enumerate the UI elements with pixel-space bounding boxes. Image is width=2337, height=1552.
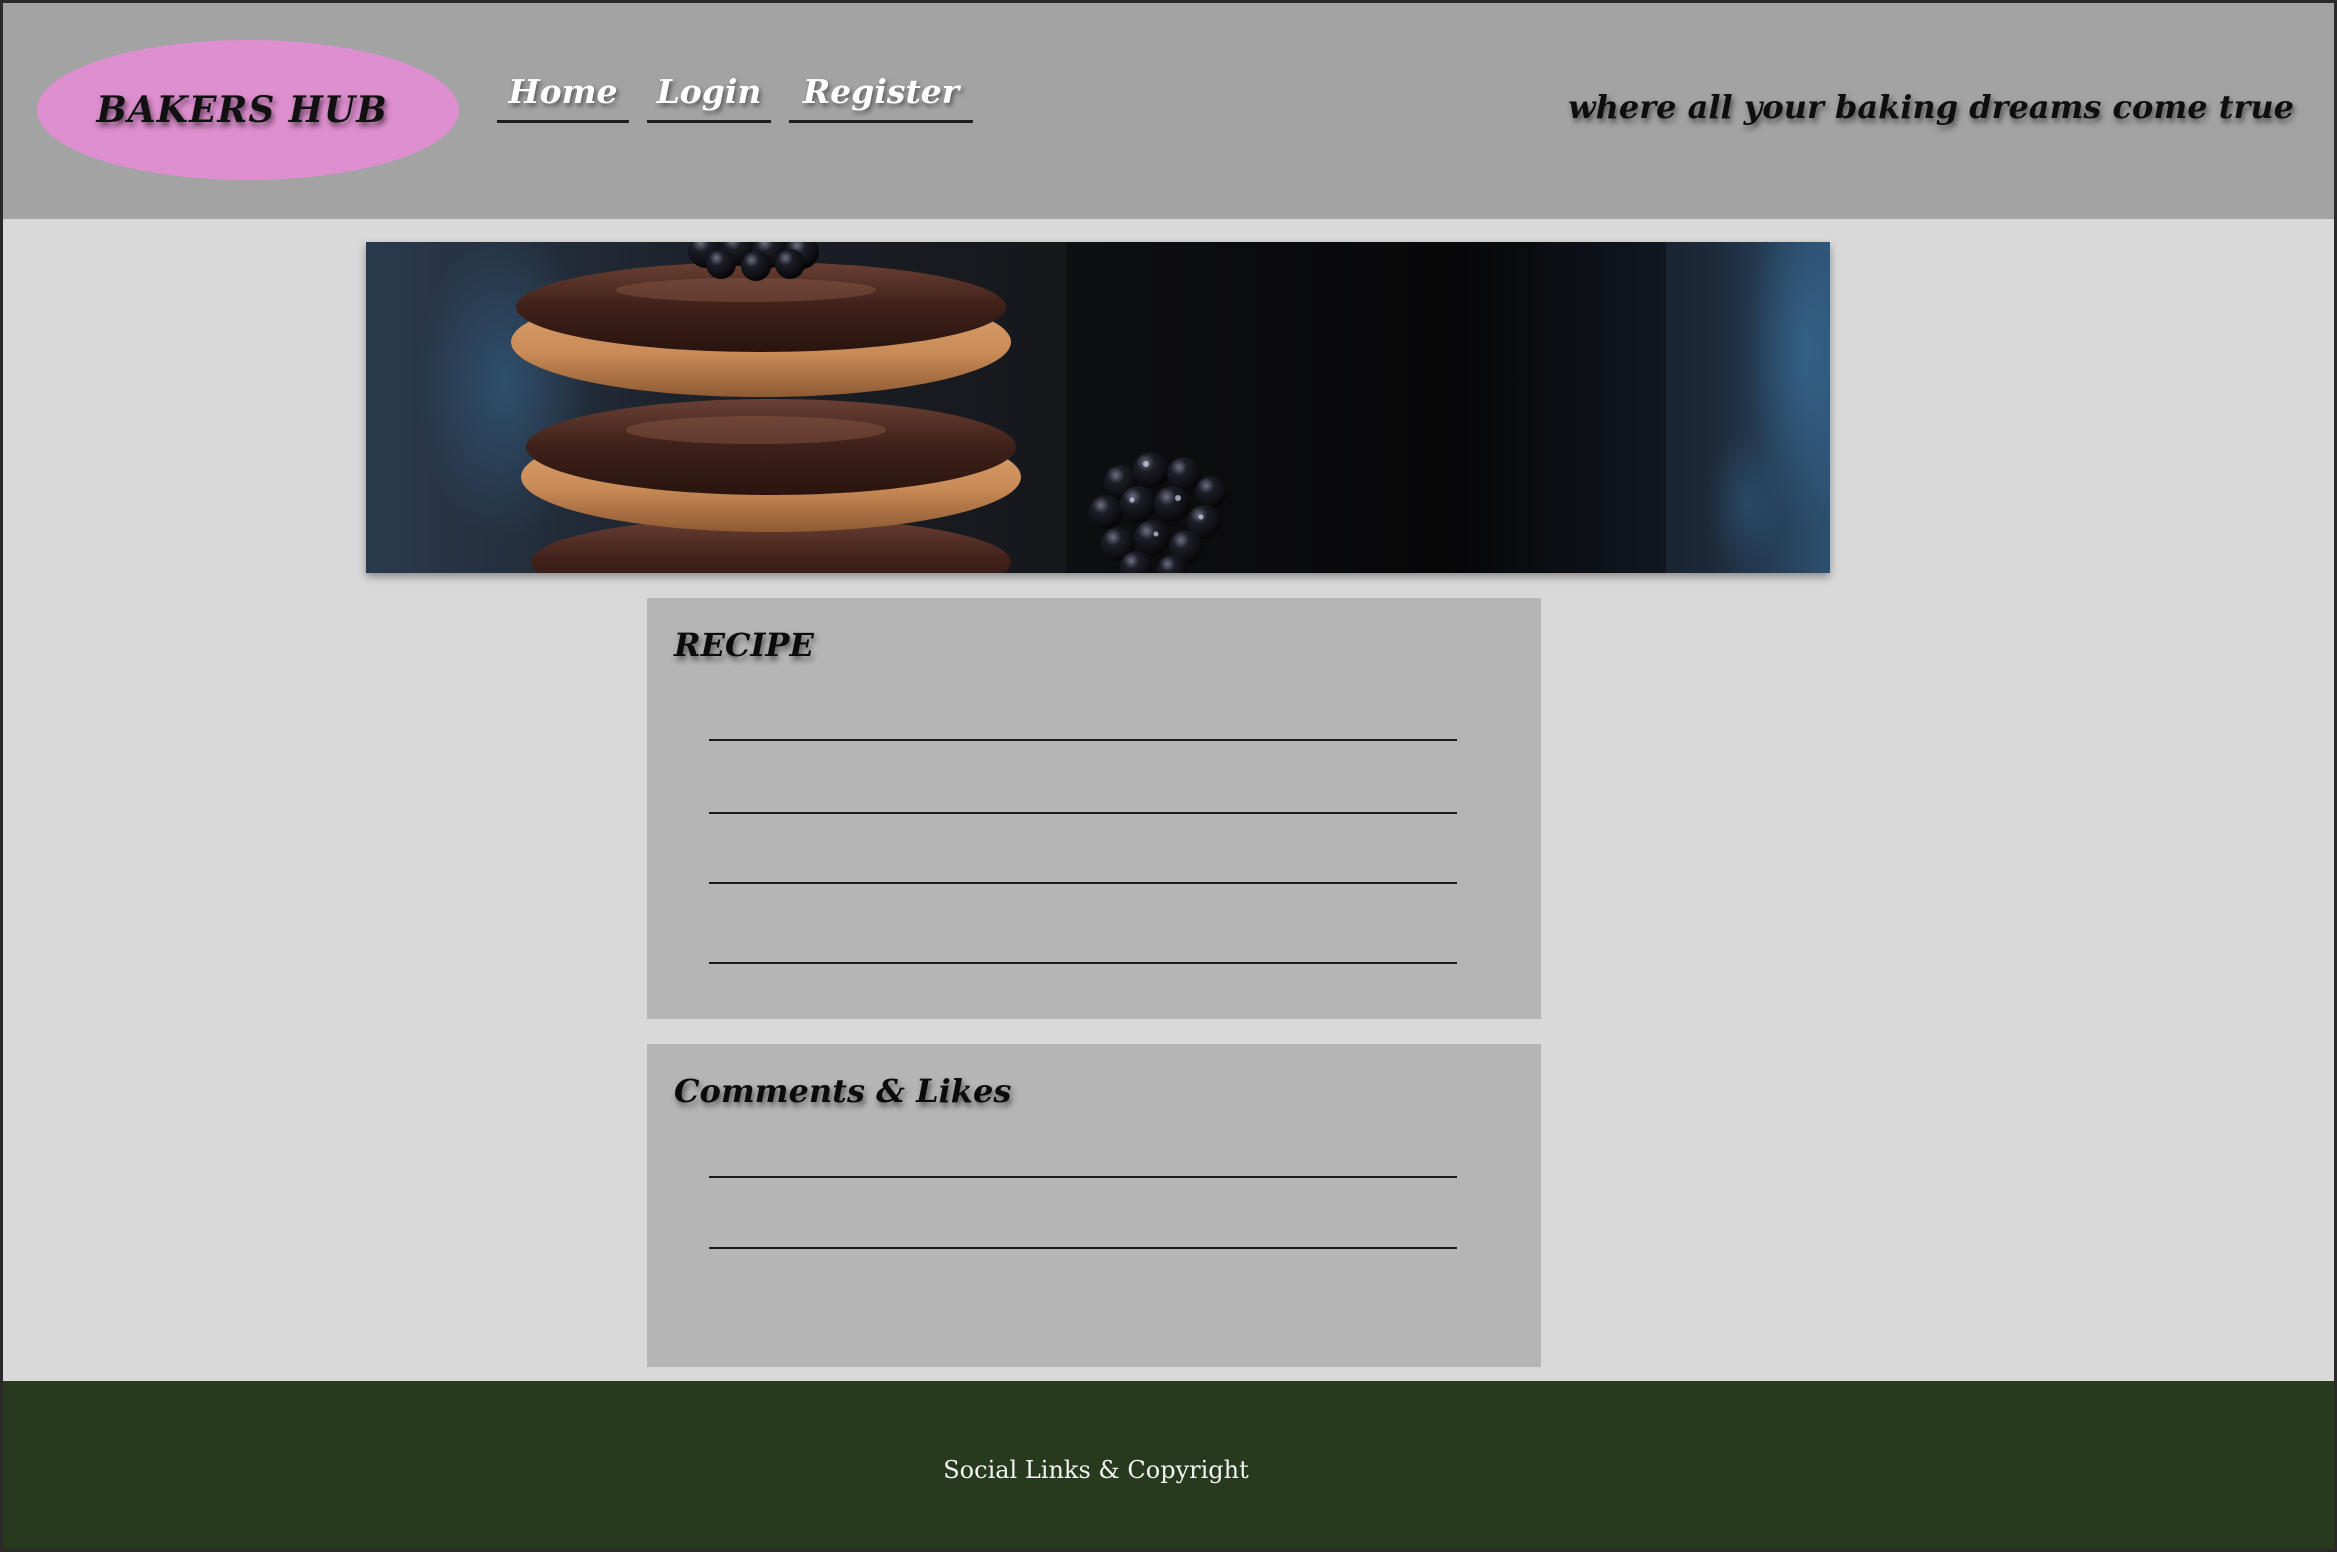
recipe-title: RECIPE: [674, 626, 814, 664]
hero-banner-image: [366, 242, 1830, 573]
site-logo[interactable]: BAKERS HUB: [37, 40, 459, 180]
recipe-line: [709, 882, 1457, 884]
nav-link-login[interactable]: Login: [647, 72, 771, 123]
comments-likes-card: Comments & Likes: [647, 1044, 1541, 1367]
site-header: BAKERS HUB Home Login Register where all…: [0, 0, 2337, 219]
nav-link-home[interactable]: Home: [497, 72, 629, 123]
site-tagline: where all your baking dreams come true: [1568, 88, 2294, 126]
hero-illustration: [416, 242, 1830, 573]
nav-link-register[interactable]: Register: [789, 72, 973, 123]
comment-line: [709, 1176, 1457, 1178]
site-footer: Social Links & Copyright: [0, 1381, 2337, 1552]
logo-text: BAKERS HUB: [96, 89, 388, 131]
recipe-line: [709, 812, 1457, 814]
recipe-card: RECIPE: [647, 598, 1541, 1019]
recipe-line: [709, 739, 1457, 741]
recipe-line: [709, 962, 1457, 964]
comment-line: [709, 1247, 1457, 1249]
footer-text: Social Links & Copyright: [943, 1456, 1249, 1484]
comments-likes-title: Comments & Likes: [674, 1072, 1012, 1110]
